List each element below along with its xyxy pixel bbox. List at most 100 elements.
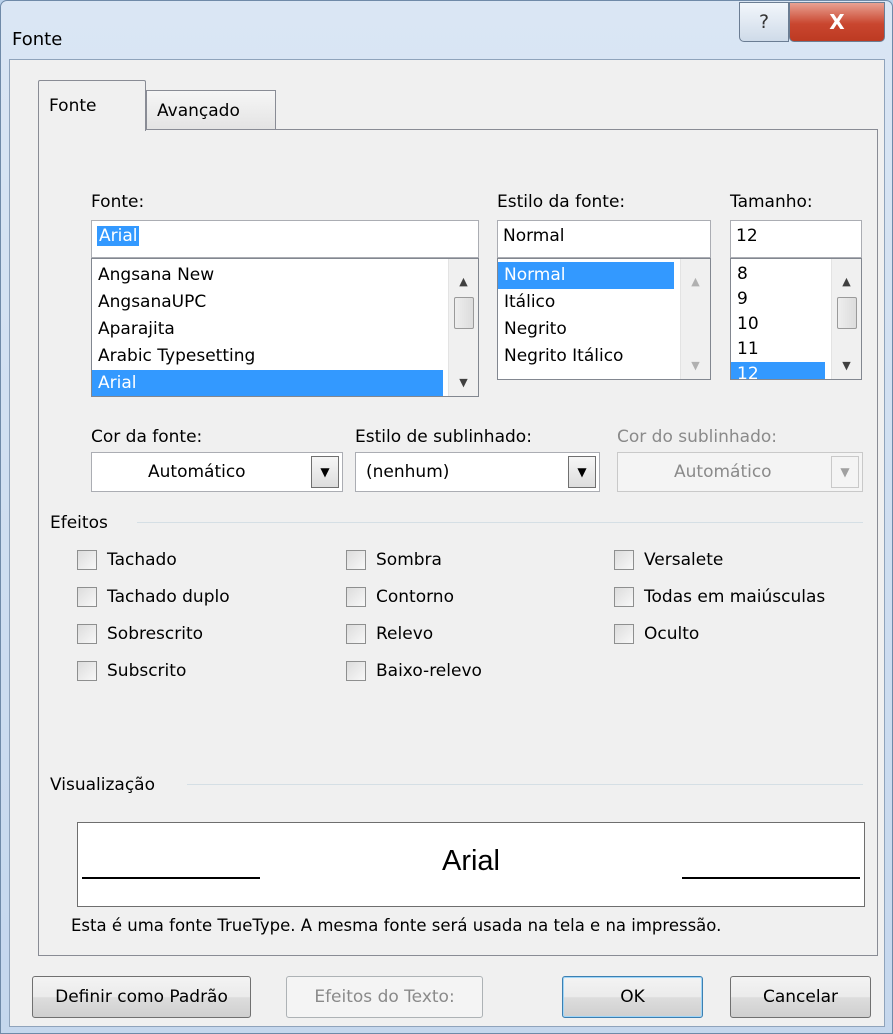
font-list[interactable]: Angsana New AngsanaUPC Aparajita Arabic … (91, 258, 479, 397)
font-input-value: Arial (97, 226, 140, 246)
scroll-down-icon[interactable]: ▼ (449, 370, 478, 394)
style-list-item[interactable]: Negrito (498, 316, 710, 343)
preview-sample-text: Arial (441, 845, 500, 877)
style-label: Estilo da fonte: (497, 192, 626, 212)
font-color-label: Cor da fonte: (91, 427, 203, 447)
checkbox-box[interactable] (346, 624, 366, 644)
checkbox-tachado[interactable]: Tachado (77, 550, 177, 570)
checkbox-label: Sobrescrito (107, 624, 204, 644)
checkbox-baixo-relevo[interactable]: Baixo-relevo (346, 661, 482, 681)
underline-color-select: Automático ▼ (617, 452, 863, 492)
font-list-scrollbar[interactable]: ▲ ▼ (448, 259, 478, 396)
ok-button[interactable]: OK (562, 976, 703, 1018)
style-list-item-selected[interactable]: Normal (498, 262, 674, 289)
checkbox-box[interactable] (77, 624, 97, 644)
size-list-scrollbar[interactable]: ▲ ▼ (831, 259, 861, 379)
checkbox-label: Relevo (376, 624, 434, 644)
font-list-item[interactable]: Arabic Typesetting (92, 343, 478, 370)
chevron-down-icon[interactable]: ▼ (568, 456, 596, 488)
tab-panel-fonte: Fonte: Arial Angsana New AngsanaUPC Apar… (38, 129, 878, 956)
ok-label: OK (620, 987, 645, 1007)
font-list-item[interactable]: AngsanaUPC (92, 289, 478, 316)
size-list[interactable]: 8 9 10 11 12 ▲ ▼ (730, 258, 862, 380)
checkbox-box[interactable] (346, 661, 366, 681)
checkbox-label: Baixo-relevo (376, 661, 482, 681)
checkbox-sobrescrito[interactable]: Sobrescrito (77, 624, 203, 644)
font-list-item-selected[interactable]: Arial (92, 370, 443, 396)
tab-avancado[interactable]: Avançado (146, 90, 276, 130)
checkbox-oculto[interactable]: Oculto (614, 624, 699, 644)
scroll-down-icon[interactable]: ▼ (832, 353, 861, 377)
tab-fonte-label: Fonte (49, 96, 97, 116)
cancel-button[interactable]: Cancelar (730, 976, 871, 1018)
tab-avancado-label: Avançado (157, 100, 240, 121)
checkbox-label: Tachado duplo (107, 587, 230, 607)
checkbox-contorno[interactable]: Contorno (346, 587, 454, 607)
style-input[interactable]: Normal (497, 220, 711, 258)
style-list-item[interactable]: Itálico (498, 289, 710, 316)
underline-style-value: (nenhum) (366, 462, 450, 482)
underline-style-label: Estilo de sublinhado: (355, 427, 532, 447)
font-label: Fonte: (91, 192, 145, 212)
font-input[interactable]: Arial (91, 220, 479, 258)
set-default-button[interactable]: Definir como Padrão (32, 976, 251, 1018)
scroll-down-icon: ▼ (691, 358, 700, 372)
scrollbar-thumb[interactable] (837, 297, 857, 329)
checkbox-versalete[interactable]: Versalete (614, 550, 723, 570)
title-bar[interactable]: Fonte ? X (1, 1, 892, 61)
checkbox-box[interactable] (614, 587, 634, 607)
scrollbar-thumb[interactable] (454, 297, 474, 329)
checkbox-box[interactable] (346, 550, 366, 570)
checkbox-tachado-duplo[interactable]: Tachado duplo (77, 587, 230, 607)
checkbox-box[interactable] (614, 624, 634, 644)
underline-style-select[interactable]: (nenhum) ▼ (355, 452, 600, 492)
checkbox-box[interactable] (77, 661, 97, 681)
checkbox-relevo[interactable]: Relevo (346, 624, 433, 644)
help-button[interactable]: ? (739, 2, 789, 42)
text-effects-label: Efeitos do Texto: (314, 987, 455, 1007)
effects-group-label: Efeitos (50, 513, 108, 533)
set-default-label: Definir como Padrão (55, 987, 228, 1007)
preview-divider (187, 784, 863, 785)
effects-divider (137, 522, 863, 523)
cancel-label: Cancelar (763, 987, 838, 1007)
checkbox-box[interactable] (346, 587, 366, 607)
underline-color-label: Cor do sublinhado: (617, 427, 778, 447)
underline-color-value: Automático (674, 462, 772, 482)
size-list-item-selected[interactable]: 12 (731, 362, 825, 379)
style-list-scrollbar: ▲ ▼ (680, 259, 710, 379)
checkbox-label: Versalete (644, 550, 724, 570)
checkbox-label: Sombra (376, 550, 442, 570)
chevron-down-icon: ▼ (831, 456, 859, 488)
checkbox-label: Tachado (107, 550, 177, 570)
font-list-item[interactable]: Angsana New (92, 262, 478, 289)
close-button[interactable]: X (789, 2, 885, 42)
window-title: Fonte (12, 29, 63, 50)
font-color-select[interactable]: Automático ▼ (91, 452, 343, 492)
checkbox-subscrito[interactable]: Subscrito (77, 661, 186, 681)
size-label: Tamanho: (730, 192, 813, 212)
scroll-up-icon: ▲ (691, 274, 700, 288)
style-input-value: Normal (503, 226, 565, 246)
tab-fonte[interactable]: Fonte (38, 80, 146, 131)
checkbox-sombra[interactable]: Sombra (346, 550, 442, 570)
font-dialog: Fonte ? X Fonte Avançado Fonte: Arial An… (0, 0, 893, 1034)
checkbox-box[interactable] (614, 550, 634, 570)
checkbox-label: Subscrito (107, 661, 187, 681)
size-input[interactable]: 12 (730, 220, 862, 258)
style-list[interactable]: Normal Itálico Negrito Negrito Itálico ▲… (497, 258, 711, 380)
font-color-value: Automático (148, 462, 246, 482)
checkbox-todas-maiusculas[interactable]: Todas em maiúsculas (614, 587, 825, 607)
style-list-item[interactable]: Negrito Itálico (498, 343, 710, 370)
dialog-body: Fonte Avançado Fonte: Arial Angsana New … (9, 59, 885, 1027)
help-icon: ? (758, 11, 770, 33)
checkbox-box[interactable] (77, 587, 97, 607)
font-list-item[interactable]: Aparajita (92, 316, 478, 343)
preview-line-right (682, 877, 860, 879)
scroll-up-icon[interactable]: ▲ (449, 269, 478, 293)
chevron-down-icon[interactable]: ▼ (311, 456, 339, 488)
scroll-up-icon[interactable]: ▲ (832, 269, 861, 293)
checkbox-box[interactable] (77, 550, 97, 570)
checkbox-label: Oculto (644, 624, 700, 644)
size-input-value: 12 (736, 226, 758, 246)
